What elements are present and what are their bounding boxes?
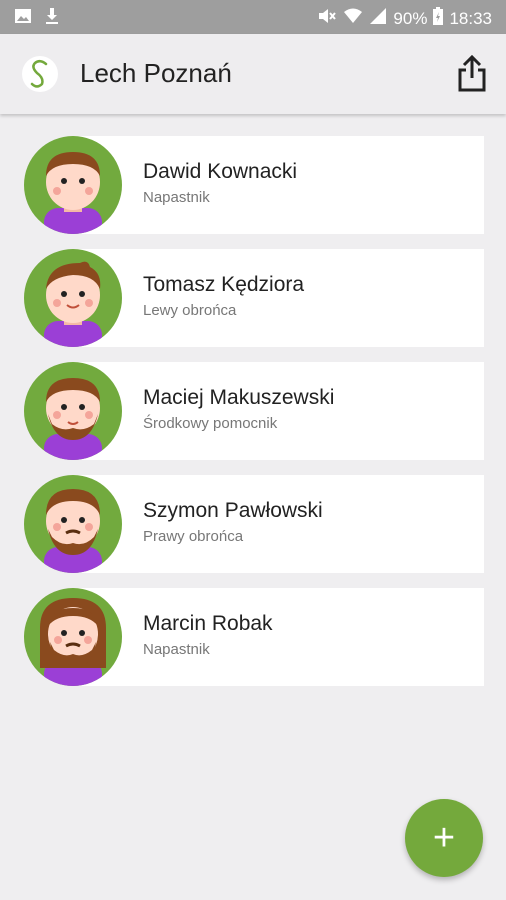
battery-icon [433,7,444,30]
player-card[interactable]: Tomasz Kędziora Lewy obrońca [24,249,484,347]
logo-s-icon [30,60,48,88]
player-position: Lewy obrońca [143,302,237,319]
player-avatar [24,588,122,686]
add-player-button[interactable]: + [405,799,483,877]
plus-icon: + [432,816,456,859]
player-list: Dawid Kownacki Napastnik Tomasz Kędziora… [24,136,484,701]
wifi-icon [343,7,363,30]
player-avatar [24,475,122,573]
status-bar: 90% 18:33 [0,0,506,34]
download-icon [44,7,60,30]
player-name: Szymon Pawłowski [143,499,323,522]
player-position: Środkowy pomocnik [143,415,278,432]
player-position: Prawy obrońca [143,528,244,545]
player-avatar [24,362,122,460]
player-card[interactable]: Marcin Robak Napastnik [24,588,484,686]
player-avatar [24,136,122,234]
signal-icon [369,7,387,30]
player-card[interactable]: Szymon Pawłowski Prawy obrońca [24,475,484,573]
mute-icon [317,7,337,30]
player-card[interactable]: Maciej Makuszewski Środkowy pomocnik [24,362,484,460]
app-bar: Lech Poznań [0,34,506,114]
player-position: Napastnik [143,641,210,658]
player-avatar [24,249,122,347]
player-card[interactable]: Dawid Kownacki Napastnik [24,136,484,234]
player-name: Marcin Robak [143,612,273,635]
player-name: Dawid Kownacki [143,160,298,183]
player-name: Tomasz Kędziora [143,273,305,296]
page-title: Lech Poznań [80,58,232,88]
app-logo[interactable] [22,56,58,92]
share-icon [458,54,486,92]
share-button[interactable] [456,54,488,94]
image-icon [14,7,32,30]
player-name: Maciej Makuszewski [143,386,335,409]
battery-percent: 90% [393,8,428,28]
player-position: Napastnik [143,189,210,206]
clock: 18:33 [449,8,492,28]
